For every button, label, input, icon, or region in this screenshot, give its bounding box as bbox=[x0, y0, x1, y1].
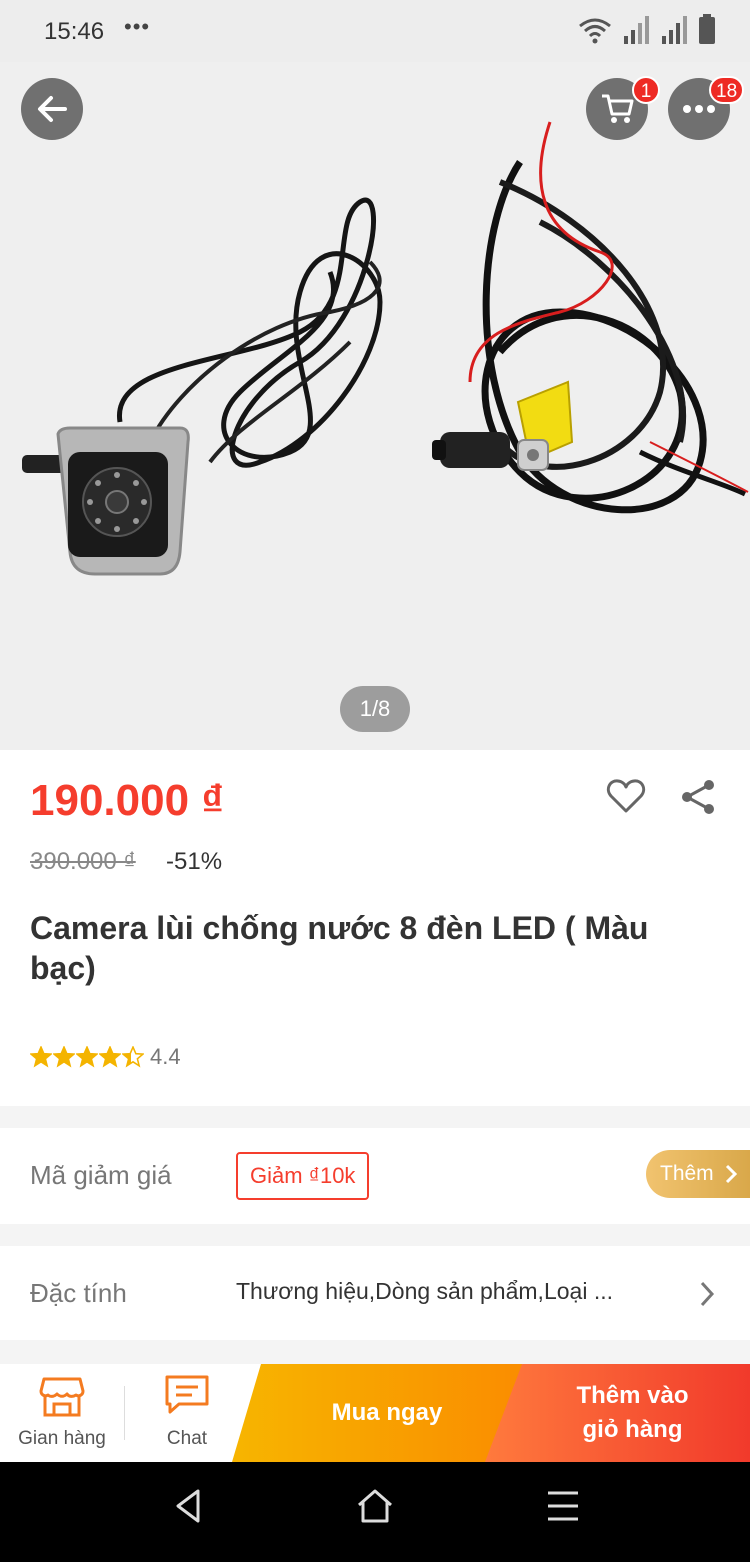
voucher-tag[interactable]: Giảm ₫10k bbox=[236, 1152, 370, 1200]
add-to-cart-button[interactable]: Thêm vào giỏ hàng bbox=[485, 1364, 750, 1462]
system-nav-bar bbox=[0, 1462, 750, 1562]
heart-icon[interactable] bbox=[606, 778, 646, 814]
signal-icon bbox=[624, 16, 649, 44]
bottom-action-bar: Gian hàng Chat Mua ngay Thêm vào giỏ hàn… bbox=[0, 1364, 750, 1462]
share-icon[interactable] bbox=[679, 778, 717, 816]
nav-back-icon[interactable] bbox=[174, 1488, 202, 1524]
buy-now-button[interactable]: Mua ngay bbox=[232, 1364, 522, 1462]
product-image bbox=[0, 62, 750, 750]
signal-icon-2 bbox=[662, 16, 687, 44]
add-to-cart-label-line2: giỏ hàng bbox=[582, 1416, 683, 1443]
image-pager: 1/8 bbox=[340, 686, 410, 732]
status-bar: 15:46 ••• bbox=[0, 0, 750, 62]
shop-button[interactable]: Gian hàng bbox=[0, 1364, 124, 1462]
product-title: Camera lùi chống nước 8 đèn LED ( Màu bạ… bbox=[30, 910, 649, 986]
specs-label: Đặc tính bbox=[30, 1278, 127, 1308]
chat-icon bbox=[165, 1375, 209, 1414]
voucher-label: Mã giảm giá bbox=[30, 1160, 172, 1190]
nav-home-icon[interactable] bbox=[356, 1488, 394, 1524]
star-full-icon bbox=[30, 1046, 52, 1068]
specs-summary: Thương hiệu,Dòng sản phẩm,Loại ... bbox=[236, 1278, 613, 1304]
add-to-cart-label-line1: Thêm vào bbox=[576, 1382, 689, 1409]
product-gallery[interactable]: 1 18 1/8 bbox=[0, 62, 750, 750]
star-full-icon bbox=[53, 1046, 75, 1068]
chat-button[interactable]: Chat bbox=[124, 1364, 250, 1462]
star-partial-icon bbox=[122, 1046, 144, 1068]
chevron-right-icon bbox=[700, 1281, 715, 1307]
cart-icon bbox=[602, 94, 634, 123]
star-full-icon bbox=[99, 1046, 121, 1068]
shop-label: Gian hàng bbox=[18, 1428, 106, 1449]
voucher-row[interactable]: Mã giảm giá Giảm ₫10k Thêm bbox=[0, 1128, 750, 1224]
wifi-icon bbox=[579, 18, 611, 44]
notification-count-badge: 18 bbox=[709, 76, 745, 104]
more-dots-icon bbox=[683, 105, 715, 113]
store-icon bbox=[39, 1377, 85, 1417]
battery-icon bbox=[699, 14, 715, 44]
current-price: 190.000 ₫ bbox=[30, 776, 224, 825]
chat-label: Chat bbox=[166, 1428, 208, 1449]
rating-value: 4.4 bbox=[150, 1044, 181, 1069]
discount-percent: -51% bbox=[166, 848, 223, 875]
rating-stars bbox=[30, 1046, 144, 1068]
more-vouchers-button[interactable]: Thêm bbox=[646, 1150, 750, 1198]
notification-dots-icon: ••• bbox=[124, 14, 151, 39]
status-icons bbox=[578, 14, 716, 44]
back-button[interactable] bbox=[21, 78, 83, 140]
product-info-card: 190.000 ₫ 390.000 ₫ -51% Camera lùi chốn… bbox=[0, 750, 750, 1106]
chevron-right-icon bbox=[725, 1165, 737, 1184]
status-time: 15:46 bbox=[44, 18, 105, 45]
star-full-icon bbox=[76, 1046, 98, 1068]
cart-count-badge: 1 bbox=[632, 76, 660, 104]
specs-row[interactable]: Đặc tính Thương hiệu,Dòng sản phẩm,Loại … bbox=[0, 1246, 750, 1340]
more-vouchers-label: Thêm bbox=[660, 1162, 714, 1185]
nav-menu-icon[interactable] bbox=[546, 1488, 580, 1524]
arrow-left-icon bbox=[38, 96, 67, 122]
original-price: 390.000 ₫ bbox=[30, 848, 136, 875]
